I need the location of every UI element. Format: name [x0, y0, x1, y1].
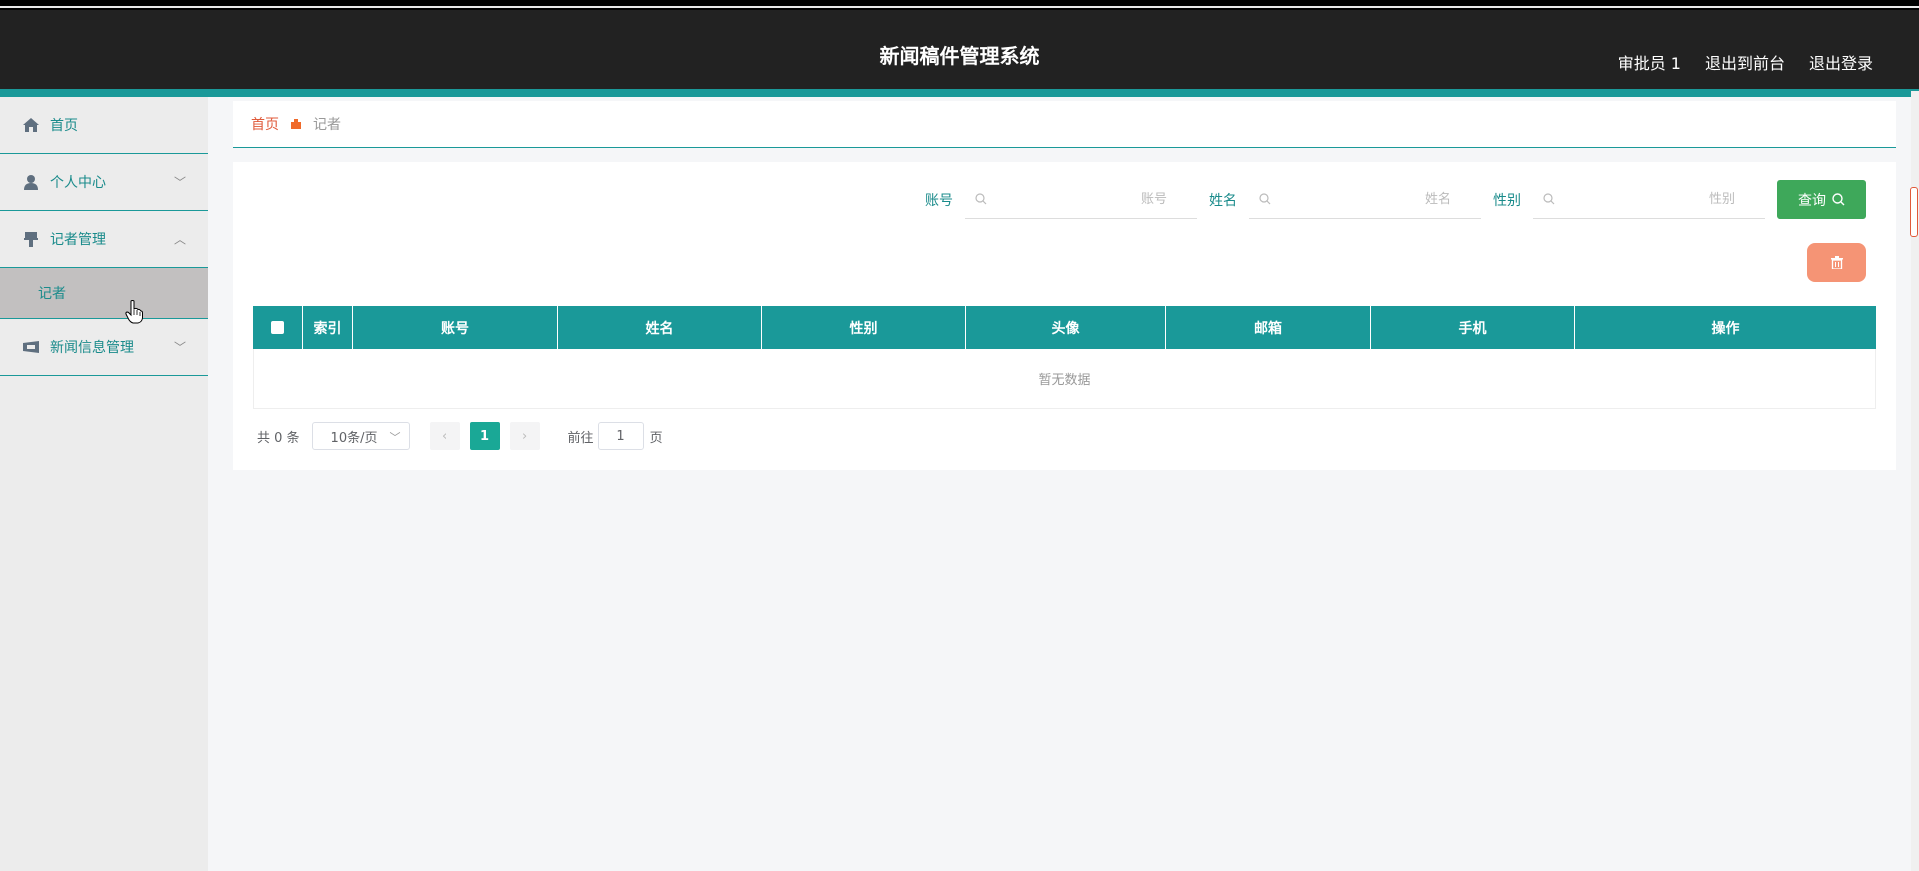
gender-input[interactable]: [1533, 180, 1765, 219]
breadcrumb-current: 记者: [313, 117, 341, 133]
goto-page-input[interactable]: [597, 422, 644, 450]
sidebar-item-personal-center[interactable]: 个人中心 ﹀: [0, 154, 208, 211]
page-size-value: 10条/页: [330, 430, 378, 446]
col-phone: 手机: [1371, 306, 1575, 349]
page-size-select[interactable]: 10条/页 ﹀: [311, 422, 410, 450]
name-input[interactable]: [1249, 180, 1481, 219]
app-header: 新闻稿件管理系统 审批员 1 退出到前台 退出登录: [0, 10, 1919, 91]
breadcrumb-home[interactable]: 首页: [251, 114, 279, 134]
col-avatar: 头像: [966, 306, 1166, 349]
user-icon: [22, 173, 40, 191]
search-icon: [1832, 193, 1845, 206]
account-input[interactable]: [965, 180, 1197, 219]
table-header: 索引 账号 姓名 性别 头像 邮箱 手机 操作: [253, 306, 1876, 349]
breadcrumb-separator-icon: [291, 119, 301, 129]
header-links: 审批员 1 退出到前台 退出登录: [1618, 50, 1873, 74]
sidebar-subitem-reporter[interactable]: 记者: [0, 268, 208, 319]
pagination-total: 共 0 条: [257, 430, 300, 446]
goto-label: 前往: [567, 430, 594, 446]
top-stripe-line: [0, 6, 1919, 8]
empty-text: 暂无数据: [253, 349, 1876, 409]
breadcrumb: 首页 记者: [233, 101, 1896, 148]
reporter-icon: [22, 230, 40, 248]
query-button[interactable]: 查询: [1777, 180, 1866, 219]
account-field: [965, 180, 1197, 219]
sidebar-item-label: 新闻信息管理: [50, 340, 134, 356]
page-number-button[interactable]: 1: [469, 422, 500, 450]
pagination: 共 0 条 10条/页 ﹀ ‹ 1 › 前往 页: [257, 422, 663, 450]
chevron-down-icon: ﹀: [389, 431, 401, 444]
chevron-left-icon: ‹: [441, 428, 448, 444]
next-page-button[interactable]: ›: [509, 422, 540, 450]
account-label: 账号: [925, 192, 953, 209]
col-account: 账号: [353, 306, 558, 349]
sidebar-item-label: 首页: [50, 118, 78, 134]
chevron-down-icon: ﹀: [173, 340, 186, 355]
sidebar-item-reporter-management[interactable]: 记者管理 ︿: [0, 211, 208, 268]
gender-label: 性别: [1493, 192, 1521, 209]
chevron-down-icon: ﹀: [173, 175, 186, 190]
search-row: 账号 姓名 性别 查询: [925, 180, 1866, 219]
col-actions: 操作: [1711, 320, 1740, 337]
page-unit-label: 页: [649, 430, 663, 446]
gender-field: [1533, 180, 1765, 219]
header-accent-bar: [0, 89, 1919, 97]
prev-page-button[interactable]: ‹: [429, 422, 460, 450]
query-button-label: 查询: [1798, 192, 1826, 209]
sidebar-item-label: 记者管理: [50, 232, 106, 248]
col-gender: 性别: [762, 306, 966, 349]
chevron-right-icon: ›: [521, 428, 528, 444]
main-panel: 账号 姓名 性别 查询 索引 账号 姓名 性别: [233, 162, 1896, 470]
col-name: 姓名: [558, 306, 762, 349]
name-label: 姓名: [1209, 192, 1237, 209]
reporter-table: 索引 账号 姓名 性别 头像 邮箱 手机 操作 暂无数据: [253, 306, 1876, 409]
col-index: 索引: [303, 306, 353, 349]
select-all-cell: [253, 306, 303, 349]
scrollbar-thumb[interactable]: [1910, 187, 1918, 237]
logout-link[interactable]: 退出登录: [1809, 50, 1873, 74]
sidebar-item-label: 个人中心: [50, 175, 106, 191]
sidebar-subitem-label: 记者: [38, 286, 66, 302]
news-icon: [22, 338, 40, 356]
exit-to-frontend-link[interactable]: 退出到前台: [1705, 50, 1785, 74]
sidebar: 首页 个人中心 ﹀ 记者管理 ︿ 记者 新闻信息管理 ﹀: [0, 97, 208, 871]
delete-button[interactable]: [1807, 243, 1866, 282]
trash-icon: [1830, 256, 1843, 269]
sidebar-item-home[interactable]: 首页: [0, 97, 208, 154]
col-email: 邮箱: [1166, 306, 1371, 349]
select-all-checkbox[interactable]: [271, 321, 284, 334]
scrollbar[interactable]: [1910, 91, 1919, 871]
hand-cursor-icon: [125, 300, 143, 324]
top-stripe: [0, 0, 1919, 10]
home-icon: [22, 116, 40, 134]
sidebar-item-news-management[interactable]: 新闻信息管理 ﹀: [0, 319, 208, 376]
name-field: [1249, 180, 1481, 219]
chevron-up-icon: ︿: [173, 232, 186, 247]
user-name-link[interactable]: 审批员 1: [1618, 50, 1681, 74]
